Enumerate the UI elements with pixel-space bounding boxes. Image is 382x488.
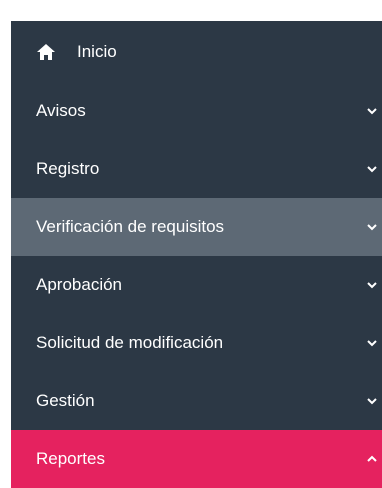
chevron-down-icon bbox=[366, 395, 378, 407]
sidebar-item-registro[interactable]: Registro bbox=[11, 140, 382, 198]
sidebar-item-avisos[interactable]: Avisos bbox=[11, 82, 382, 140]
sidebar-item-verificacion-de-requisitos[interactable]: Verificación de requisitos bbox=[11, 198, 382, 256]
chevron-down-icon bbox=[366, 279, 378, 291]
chevron-down-icon bbox=[366, 163, 378, 175]
menu-list: Inicio Avisos Registro Verificación de r… bbox=[11, 21, 382, 488]
sidebar-item-label: Verificación de requisitos bbox=[36, 217, 225, 236]
chevron-down-icon bbox=[366, 337, 378, 349]
sidebar-item-gestion[interactable]: Gestión bbox=[11, 372, 382, 430]
chevron-down-icon bbox=[366, 221, 378, 233]
sidebar-item-label: Avisos bbox=[36, 101, 86, 120]
sidebar-item-label: Gestión bbox=[36, 391, 95, 410]
sidebar-item-reportes[interactable]: Reportes bbox=[11, 430, 382, 488]
sidebar-item-solicitud-de-modificacion[interactable]: Solicitud de modificación bbox=[11, 314, 382, 372]
home-icon bbox=[36, 43, 56, 61]
sidebar-menu: Inicio Avisos Registro Verificación de r… bbox=[11, 21, 382, 488]
sidebar-item-label: Solicitud de modificación bbox=[36, 333, 224, 352]
sidebar-item-label: Reportes bbox=[36, 449, 105, 468]
sidebar-item-label: Registro bbox=[36, 159, 100, 178]
sidebar-item-label: Aprobación bbox=[36, 275, 123, 294]
sidebar-item-aprobacion[interactable]: Aprobación bbox=[11, 256, 382, 314]
chevron-up-icon bbox=[366, 453, 378, 465]
sidebar-item-label: Inicio bbox=[77, 41, 117, 61]
chevron-down-icon bbox=[366, 105, 378, 117]
sidebar-item-inicio[interactable]: Inicio bbox=[11, 21, 382, 82]
